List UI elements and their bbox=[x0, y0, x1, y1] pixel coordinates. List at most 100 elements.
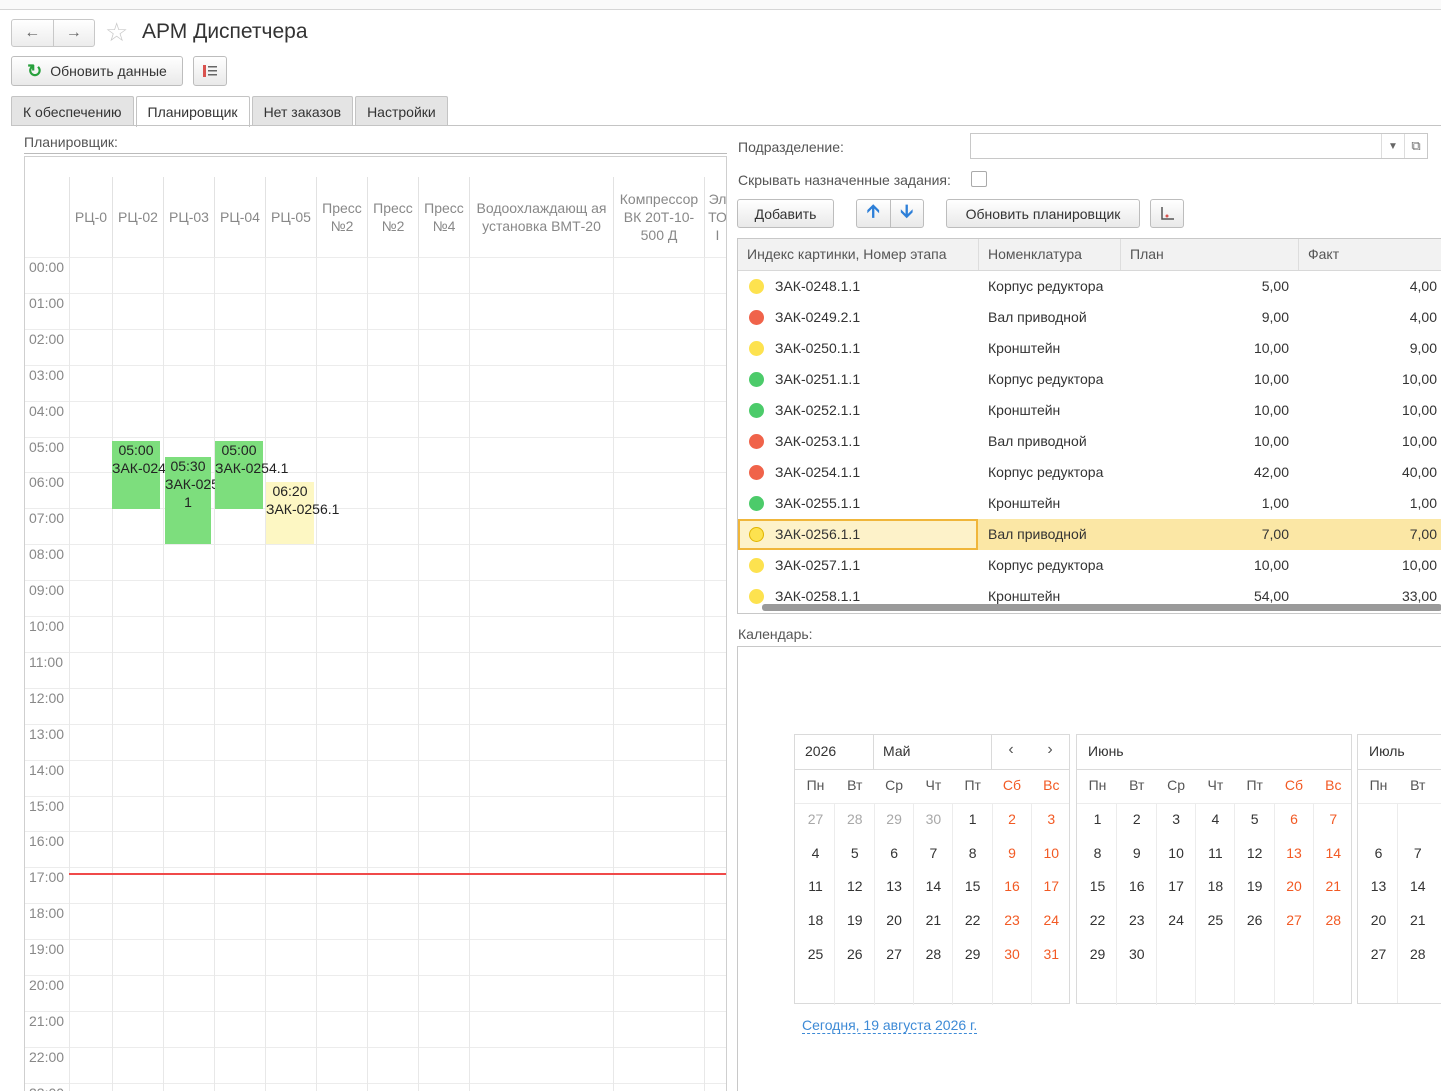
calendar-day[interactable]: 22 bbox=[1078, 912, 1117, 928]
division-select[interactable]: ▼ ⧉ bbox=[970, 133, 1428, 159]
tab-no-orders[interactable]: Нет заказов bbox=[251, 96, 354, 126]
calendar-day[interactable]: 30 bbox=[914, 811, 953, 827]
add-button[interactable]: Добавить bbox=[737, 199, 834, 228]
calendar-day[interactable]: 28 bbox=[835, 811, 874, 827]
calendar-day[interactable]: 27 bbox=[1359, 946, 1398, 962]
calendar-day[interactable]: 8 bbox=[953, 845, 992, 861]
table-row[interactable]: ЗАК-0250.1.1 Кронштейн 10,00 9,00 bbox=[738, 333, 1441, 364]
planner-task[interactable]: 06:20 ЗАК-0256.1 bbox=[266, 482, 339, 544]
calendar-day[interactable]: 27 bbox=[796, 811, 835, 827]
back-arrow-icon[interactable]: ← bbox=[12, 20, 53, 46]
calendar-day[interactable]: 6 bbox=[875, 845, 914, 861]
calendar-day[interactable]: 8 bbox=[1078, 845, 1117, 861]
year-select[interactable]: 2026 bbox=[795, 735, 874, 769]
planner-task[interactable]: 05:00 ЗАК-0254.1 bbox=[215, 441, 288, 509]
calendar-day[interactable]: 25 bbox=[796, 946, 835, 962]
calendar-day[interactable]: 15 bbox=[1078, 878, 1117, 894]
calendar-day[interactable]: 11 bbox=[796, 878, 835, 894]
refresh-data-button[interactable]: ↻ Обновить данные bbox=[11, 56, 183, 86]
table-row[interactable]: ЗАК-0249.2.1 Вал приводной 9,00 4,00 bbox=[738, 302, 1441, 333]
calendar-day[interactable]: 29 bbox=[875, 811, 914, 827]
month-select[interactable]: Май bbox=[873, 735, 992, 769]
planner-task[interactable]: 05:30 ЗАК-0254.1 1 bbox=[165, 457, 238, 544]
calendar-day[interactable]: 3 bbox=[1032, 811, 1071, 827]
calendar-day[interactable]: 21 bbox=[1398, 912, 1437, 928]
calendar-day[interactable]: 7 bbox=[1398, 845, 1437, 861]
calendar-day[interactable]: 11 bbox=[1196, 845, 1235, 861]
calendar-day[interactable]: 15 bbox=[953, 878, 992, 894]
calendar-day[interactable]: 24 bbox=[1032, 912, 1071, 928]
calendar-day[interactable]: 14 bbox=[914, 878, 953, 894]
calendar-day[interactable]: 19 bbox=[835, 912, 874, 928]
calendar-day[interactable]: 13 bbox=[1359, 878, 1398, 894]
calendar-day[interactable]: 30 bbox=[1117, 946, 1156, 962]
calendar-day[interactable]: 20 bbox=[1359, 912, 1398, 928]
tab-provision[interactable]: К обеспечению bbox=[11, 96, 134, 126]
calendar-day[interactable]: 20 bbox=[875, 912, 914, 928]
table-row[interactable]: ЗАК-0252.1.1 Кронштейн 10,00 10,00 bbox=[738, 395, 1441, 426]
division-field[interactable] bbox=[971, 134, 1381, 158]
calendar-day[interactable]: 28 bbox=[1398, 946, 1437, 962]
report-list-button[interactable] bbox=[193, 56, 227, 86]
forward-arrow-icon[interactable]: → bbox=[52, 20, 95, 46]
tab-settings[interactable]: Настройки bbox=[355, 96, 448, 126]
calendar-day[interactable]: 31 bbox=[1032, 946, 1071, 962]
hide-assigned-checkbox[interactable] bbox=[971, 171, 987, 187]
calendar-day[interactable]: 13 bbox=[875, 878, 914, 894]
calendar-day[interactable]: 10 bbox=[1157, 845, 1196, 861]
calendar-day[interactable]: 9 bbox=[993, 845, 1032, 861]
stages-table[interactable]: Индекс картинки, Номер этапа Номенклатур… bbox=[737, 238, 1441, 614]
today-link[interactable]: Сегодня, 19 августа 2026 г. bbox=[802, 1017, 978, 1034]
table-row[interactable]: ЗАК-0254.1.1 Корпус редуктора 42,00 40,00 bbox=[738, 457, 1441, 488]
calendar-day[interactable]: 13 bbox=[1275, 845, 1314, 861]
horizontal-scrollbar[interactable] bbox=[762, 604, 1441, 611]
calendar-day[interactable]: 7 bbox=[1314, 811, 1353, 827]
calendar-day[interactable]: 10 bbox=[1032, 845, 1071, 861]
axis-settings-button[interactable] bbox=[1150, 199, 1184, 228]
favorite-star-icon[interactable]: ☆ bbox=[105, 18, 133, 46]
calendar-day[interactable]: 21 bbox=[1314, 878, 1353, 894]
table-row[interactable]: ЗАК-0253.1.1 Вал приводной 10,00 10,00 bbox=[738, 426, 1441, 457]
calendar-day[interactable]: 22 bbox=[953, 912, 992, 928]
calendar-day[interactable]: 28 bbox=[914, 946, 953, 962]
calendar-day[interactable]: 27 bbox=[875, 946, 914, 962]
calendar-day[interactable]: 9 bbox=[1117, 845, 1156, 861]
table-row[interactable]: ЗАК-0255.1.1 Кронштейн 1,00 1,00 bbox=[738, 488, 1441, 519]
move-down-icon[interactable]: 🡫 bbox=[889, 200, 924, 227]
calendar-day[interactable]: 12 bbox=[1235, 845, 1274, 861]
refresh-planner-button[interactable]: Обновить планировщик bbox=[946, 199, 1140, 228]
calendar-day[interactable]: 1 bbox=[953, 811, 992, 827]
calendar-day[interactable]: 23 bbox=[1117, 912, 1156, 928]
table-row[interactable]: ЗАК-0248.1.1 Корпус редуктора 5,00 4,00 bbox=[738, 271, 1441, 302]
calendar-day[interactable]: 24 bbox=[1157, 912, 1196, 928]
prev-month-icon[interactable]: ‹ bbox=[1001, 741, 1021, 759]
column-header-item[interactable]: Номенклатура bbox=[978, 239, 1120, 270]
calendar-day[interactable]: 2 bbox=[993, 811, 1032, 827]
calendar-day[interactable]: 14 bbox=[1398, 878, 1437, 894]
calendar-day[interactable]: 5 bbox=[835, 845, 874, 861]
calendar-day[interactable]: 23 bbox=[993, 912, 1032, 928]
calendar-day[interactable]: 7 bbox=[914, 845, 953, 861]
calendar-day[interactable]: 21 bbox=[914, 912, 953, 928]
calendar-day[interactable]: 3 bbox=[1157, 811, 1196, 827]
calendar-day[interactable]: 6 bbox=[1359, 845, 1398, 861]
calendar-day[interactable]: 16 bbox=[1117, 878, 1156, 894]
calendar-day[interactable]: 26 bbox=[835, 946, 874, 962]
calendar-day[interactable]: 17 bbox=[1157, 878, 1196, 894]
column-header-plan[interactable]: План bbox=[1120, 239, 1298, 270]
calendar-day[interactable]: 18 bbox=[1196, 878, 1235, 894]
calendar-day[interactable]: 25 bbox=[1196, 912, 1235, 928]
calendar-day[interactable]: 2 bbox=[1117, 811, 1156, 827]
calendar-day[interactable]: 4 bbox=[1196, 811, 1235, 827]
move-up-icon[interactable]: 🡩 bbox=[857, 200, 890, 227]
planner-grid[interactable]: РЦ-0 РЦ-02 РЦ-03 РЦ-04 РЦ-05 Пресс №2 Пр… bbox=[24, 156, 727, 1091]
planner-task[interactable]: 05:00 ЗАК-0248.1 bbox=[112, 441, 185, 509]
calendar-day[interactable]: 1 bbox=[1078, 811, 1117, 827]
calendar-day[interactable]: 18 bbox=[796, 912, 835, 928]
calendar-day[interactable]: 16 bbox=[993, 878, 1032, 894]
calendar-day[interactable]: 14 bbox=[1314, 845, 1353, 861]
calendar-day[interactable]: 30 bbox=[993, 946, 1032, 962]
calendar-day[interactable]: 6 bbox=[1275, 811, 1314, 827]
calendar-day[interactable]: 20 bbox=[1275, 878, 1314, 894]
calendar-day[interactable]: 26 bbox=[1235, 912, 1274, 928]
